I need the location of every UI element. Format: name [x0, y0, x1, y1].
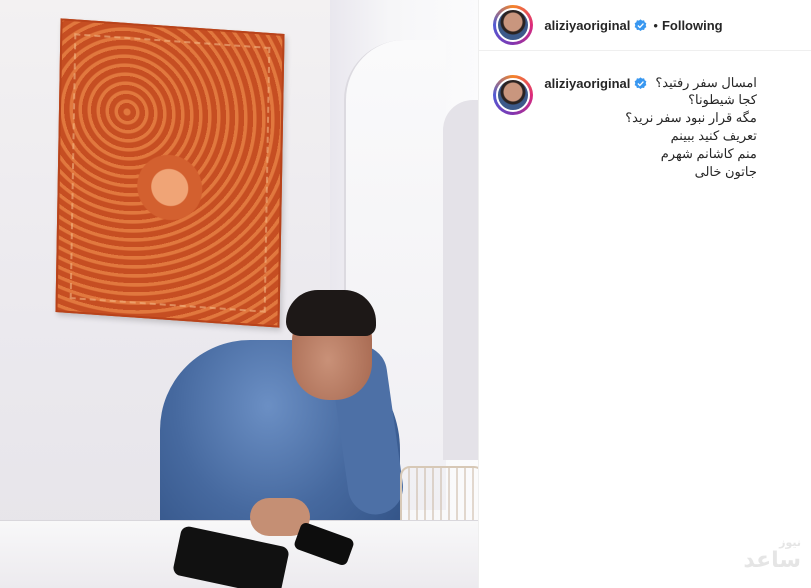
avatar[interactable] — [493, 75, 534, 115]
post-details-panel: aliziyaoriginal • Following aliziyaorigi… — [478, 0, 811, 588]
post-header: aliziyaoriginal • Following — [479, 0, 811, 51]
username-link[interactable]: aliziyaoriginal — [544, 76, 630, 91]
person-hair — [286, 290, 376, 336]
caption-line: تعریف کنید ببینم — [670, 128, 757, 143]
verified-badge-icon — [635, 76, 647, 89]
username-link[interactable]: aliziyaoriginal — [544, 18, 630, 33]
caption-body: aliziyaoriginal امسال سفر رفتید؟ کجا شیط… — [544, 75, 757, 181]
watermark-small: نیوز — [779, 536, 801, 549]
caption-title-row: aliziyaoriginal امسال سفر رفتید؟ — [544, 75, 757, 91]
separator-dot: • — [653, 17, 658, 33]
avatar[interactable] — [493, 5, 534, 45]
post-photo[interactable] — [0, 0, 479, 588]
caption-line: جاتون خالی — [694, 164, 757, 179]
verified-badge-icon — [635, 18, 647, 31]
caption-line: امسال سفر رفتید؟ — [655, 75, 757, 90]
instagram-post: aliziyaoriginal • Following aliziyaorigi… — [0, 0, 811, 588]
following-button[interactable]: Following — [662, 18, 723, 33]
caption-text: کجا شیطونا؟ مگه قرار نبود سفر نرید؟ تعری… — [544, 91, 757, 181]
watermark-logo: نیوز ساعد — [681, 536, 801, 582]
caption-line: کجا شیطونا؟ — [688, 92, 757, 107]
caption-line: مگه قرار نبود سفر نرید؟ — [625, 110, 757, 125]
caption-comment: aliziyaoriginal امسال سفر رفتید؟ کجا شیط… — [479, 51, 811, 181]
watermark-large: ساعد — [743, 548, 801, 573]
archway-inner — [443, 100, 479, 460]
wall-rug — [55, 18, 285, 328]
caption-line: منم کاشانم شهرم — [660, 146, 757, 161]
